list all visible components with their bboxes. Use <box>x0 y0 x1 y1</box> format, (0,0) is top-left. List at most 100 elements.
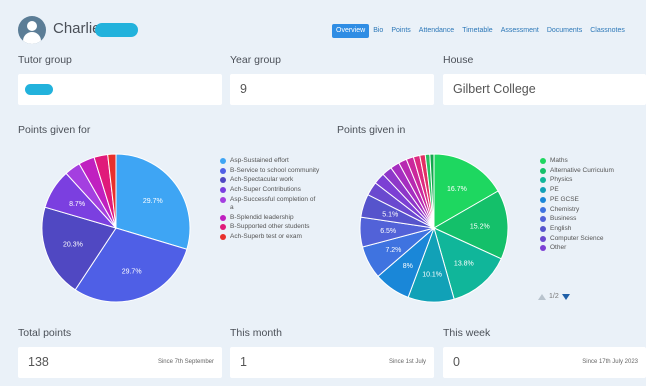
pie-data-label: 7.2% <box>385 247 401 254</box>
tab-points[interactable]: Points <box>387 24 414 38</box>
year-group-value: 9 <box>240 82 247 96</box>
legend-swatch <box>540 177 546 184</box>
legend-label: Computer Science <box>550 234 604 242</box>
pie-data-label: 29.7% <box>143 198 163 205</box>
pie-data-label: 13.8% <box>454 260 474 267</box>
year-group-label: Year group <box>230 54 281 66</box>
tutor-group-field <box>18 74 222 105</box>
legend-label: PE GCSE <box>550 195 579 203</box>
legend-label: B-Service to school community <box>230 166 320 174</box>
legend-swatch <box>220 214 226 221</box>
this-week-since: Since 17th July 2023 <box>582 359 638 365</box>
legend-swatch <box>540 206 546 213</box>
legend-item[interactable]: Chemistry <box>540 206 640 214</box>
legend-pager[interactable]: 1/2 <box>538 293 570 300</box>
total-points-label: Total points <box>18 327 72 339</box>
tab-attendance[interactable]: Attendance <box>415 24 458 38</box>
legend-item[interactable]: Business <box>540 215 640 223</box>
tab-classnotes[interactable]: Classnotes <box>586 24 629 38</box>
legend-item[interactable]: Computer Science <box>540 235 640 243</box>
pie-data-label: 20.3% <box>63 241 83 248</box>
this-month-value: 1 <box>240 355 247 369</box>
tab-bio[interactable]: Bio <box>369 24 387 38</box>
points-for-legend: Asp-Sustained effort B-Service to school … <box>220 157 320 243</box>
legend-label: Business <box>550 215 577 223</box>
redacted-tutor-group <box>25 84 53 95</box>
tab-bar: Overview Bio Points Attendance Timetable Asse… <box>332 24 629 38</box>
legend-label: Maths <box>550 157 568 164</box>
pager-up-icon[interactable] <box>538 293 546 300</box>
pie-data-label: 8.7% <box>69 201 85 208</box>
legend-swatch <box>540 216 546 223</box>
avatar <box>18 16 46 44</box>
this-month-since: Since 1st July <box>388 359 426 365</box>
tab-overview[interactable]: Overview <box>332 24 370 38</box>
legend-swatch <box>540 245 546 252</box>
tab-documents[interactable]: Documents <box>543 24 586 38</box>
legend-swatch <box>220 234 226 241</box>
redacted-surname <box>95 23 138 37</box>
legend-item[interactable]: Ach-Superb test or exam <box>220 233 320 241</box>
legend-label: Physics <box>550 176 573 184</box>
year-group-field: 9 <box>230 74 434 105</box>
legend-item[interactable]: B-Splendid leadership <box>220 214 320 222</box>
pie-data-label: 15.2% <box>470 223 490 230</box>
house-value: Gilbert College <box>453 82 536 96</box>
legend-label: Alternative Curriculum <box>550 166 614 174</box>
legend-label: English <box>550 224 572 232</box>
legend-item[interactable]: B-Supported other students <box>220 223 320 231</box>
legend-label: PE <box>550 186 559 194</box>
legend-swatch <box>540 196 546 203</box>
legend-swatch <box>220 167 226 174</box>
house-label: House <box>443 54 474 66</box>
this-week-box: 0 Since 17th July 2023 <box>443 347 646 378</box>
tutor-group-label: Tutor group <box>18 54 72 66</box>
student-name: Charlie <box>53 20 101 37</box>
points-given-for-title: Points given for <box>18 124 91 136</box>
legend-label: B-Splendid leadership <box>230 213 294 221</box>
total-points-box: 138 Since 7th September <box>18 347 222 378</box>
legend-swatch <box>540 187 546 194</box>
points-in-legend: Maths Alternative Curriculum Physics PE PE G… <box>540 157 640 254</box>
this-month-box: 1 Since 1st July <box>230 347 434 378</box>
tab-timetable[interactable]: Timetable <box>458 24 496 38</box>
total-points-value: 138 <box>28 355 49 369</box>
page-header: Charlie Overview Bio Points Attendance Timet… <box>0 0 646 46</box>
legend-swatch <box>540 158 546 164</box>
legend-item[interactable]: Ach-Spectacular work <box>220 176 320 184</box>
legend-swatch <box>220 158 226 164</box>
pie-data-label: 8% <box>403 263 413 270</box>
legend-item[interactable]: Maths <box>540 157 640 165</box>
legend-swatch <box>220 177 226 184</box>
legend-item[interactable]: PE <box>540 186 640 194</box>
legend-item[interactable]: Asp-Successful completion of a <box>220 196 320 212</box>
points-in-pie-chart: 16.7% 15.2% 13.8% 10.1% 8% 7.2% 6.5% 5.1% <box>359 153 509 303</box>
points-given-in-title: Points given in <box>337 124 406 136</box>
legend-swatch <box>540 235 546 242</box>
pie-data-label: 29.7% <box>122 269 142 276</box>
tab-assessment[interactable]: Assessment <box>497 24 543 38</box>
legend-swatch <box>220 187 226 194</box>
legend-label: Asp-Sustained effort <box>230 157 289 164</box>
legend-item[interactable]: Physics <box>540 176 640 184</box>
this-week-value: 0 <box>453 355 460 369</box>
pie-data-label: 16.7% <box>447 186 467 193</box>
legend-item[interactable]: Other <box>540 244 640 252</box>
pager-down-icon[interactable] <box>561 293 570 300</box>
total-points-since: Since 7th September <box>157 359 214 365</box>
legend-item[interactable]: B-Service to school community <box>220 167 320 175</box>
legend-swatch <box>220 224 226 231</box>
pie-data-label: 5.1% <box>382 212 398 219</box>
legend-swatch <box>540 225 546 232</box>
legend-label: Ach-Super Contributions <box>230 186 301 194</box>
legend-item[interactable]: Alternative Curriculum <box>540 167 640 175</box>
legend-item[interactable]: Ach-Super Contributions <box>220 186 320 194</box>
legend-item[interactable]: English <box>540 225 640 233</box>
legend-item[interactable]: Asp-Sustained effort <box>220 157 320 165</box>
legend-label: Ach-Spectacular work <box>230 176 294 184</box>
points-for-pie-chart: 29.7% 29.7% 20.3% 8.7% <box>41 153 191 303</box>
legend-item[interactable]: PE GCSE <box>540 196 640 204</box>
legend-swatch <box>220 196 226 203</box>
legend-swatch <box>540 167 546 174</box>
pie-data-label: 10.1% <box>422 271 442 278</box>
